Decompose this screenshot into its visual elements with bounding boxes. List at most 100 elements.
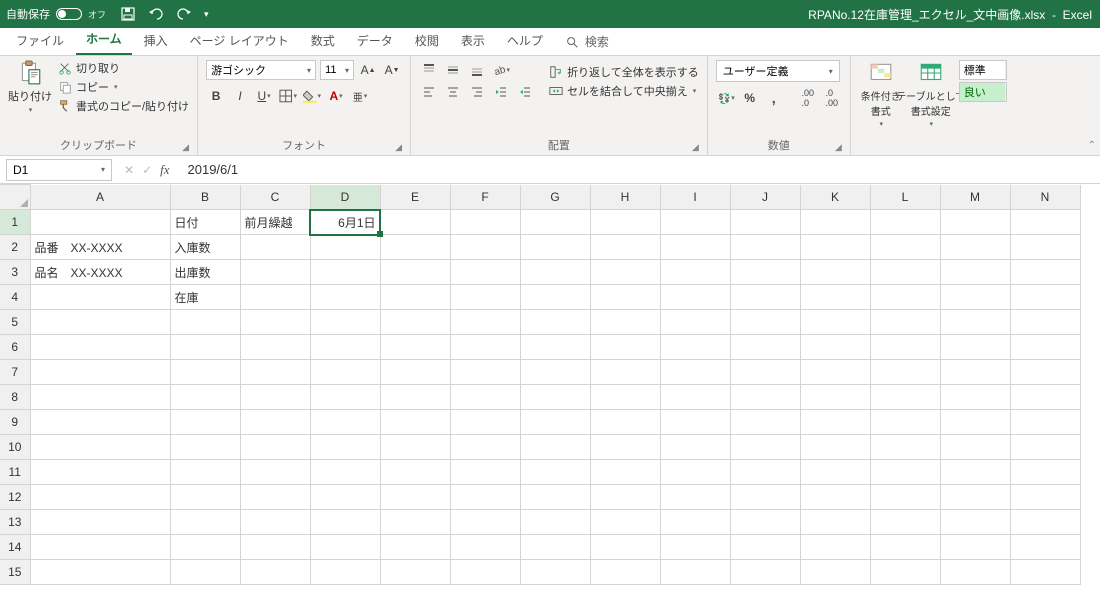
cell[interactable] bbox=[240, 260, 310, 285]
cut-button[interactable]: 切り取り bbox=[58, 60, 189, 76]
cell[interactable] bbox=[380, 510, 450, 535]
cell[interactable] bbox=[730, 285, 800, 310]
cell[interactable] bbox=[660, 560, 730, 585]
cell[interactable] bbox=[520, 360, 590, 385]
increase-decimal-icon[interactable]: .00.0 bbox=[798, 88, 818, 108]
enter-formula-icon[interactable]: ✓ bbox=[142, 163, 152, 177]
cell[interactable] bbox=[1010, 310, 1080, 335]
cell[interactable] bbox=[870, 410, 940, 435]
cell[interactable] bbox=[380, 310, 450, 335]
cell[interactable] bbox=[240, 560, 310, 585]
cell[interactable] bbox=[590, 310, 660, 335]
column-header[interactable]: A bbox=[30, 185, 170, 210]
cell[interactable] bbox=[660, 410, 730, 435]
cell[interactable] bbox=[450, 435, 520, 460]
cell[interactable] bbox=[800, 435, 870, 460]
cell[interactable] bbox=[940, 235, 1010, 260]
cell[interactable]: 6月1日 bbox=[310, 210, 380, 235]
row-header[interactable]: 11 bbox=[0, 460, 30, 485]
cell[interactable] bbox=[380, 335, 450, 360]
cell[interactable] bbox=[520, 335, 590, 360]
cell[interactable] bbox=[170, 510, 240, 535]
cell[interactable] bbox=[310, 285, 380, 310]
cell[interactable] bbox=[940, 560, 1010, 585]
cell[interactable] bbox=[310, 360, 380, 385]
cell[interactable] bbox=[870, 310, 940, 335]
cell[interactable] bbox=[520, 385, 590, 410]
search-tab[interactable]: 検索 bbox=[555, 28, 619, 55]
cell[interactable] bbox=[800, 460, 870, 485]
redo-icon[interactable] bbox=[176, 6, 192, 22]
style-good[interactable]: 良い bbox=[960, 83, 1006, 101]
column-header[interactable]: D bbox=[310, 185, 380, 210]
row-header[interactable]: 9 bbox=[0, 410, 30, 435]
column-header[interactable]: N bbox=[1010, 185, 1080, 210]
undo-icon[interactable] bbox=[148, 6, 164, 22]
cell[interactable] bbox=[800, 360, 870, 385]
font-color-icon[interactable]: A▾ bbox=[326, 86, 346, 106]
collapse-ribbon-icon[interactable]: ⌃ bbox=[1088, 140, 1096, 151]
cell[interactable] bbox=[590, 385, 660, 410]
row-header[interactable]: 12 bbox=[0, 485, 30, 510]
cell[interactable] bbox=[380, 535, 450, 560]
cell[interactable] bbox=[380, 210, 450, 235]
align-center-icon[interactable] bbox=[443, 82, 463, 102]
cell[interactable] bbox=[1010, 510, 1080, 535]
cell[interactable] bbox=[590, 210, 660, 235]
cell[interactable] bbox=[30, 360, 170, 385]
cell[interactable] bbox=[520, 260, 590, 285]
cell[interactable] bbox=[730, 210, 800, 235]
cell[interactable] bbox=[940, 485, 1010, 510]
cell[interactable] bbox=[660, 310, 730, 335]
dialog-launcher-icon[interactable]: ◢ bbox=[182, 142, 189, 153]
cell[interactable] bbox=[1010, 560, 1080, 585]
cell[interactable] bbox=[380, 285, 450, 310]
cell[interactable] bbox=[870, 510, 940, 535]
cell[interactable] bbox=[590, 260, 660, 285]
cell[interactable] bbox=[310, 260, 380, 285]
cell[interactable] bbox=[520, 485, 590, 510]
row-header[interactable]: 7 bbox=[0, 360, 30, 385]
tab-view[interactable]: 表示 bbox=[451, 27, 495, 55]
cell[interactable] bbox=[240, 485, 310, 510]
cell[interactable] bbox=[800, 535, 870, 560]
cell[interactable] bbox=[590, 510, 660, 535]
align-top-icon[interactable] bbox=[419, 60, 439, 80]
cell[interactable] bbox=[30, 285, 170, 310]
cell[interactable] bbox=[170, 385, 240, 410]
column-header[interactable]: J bbox=[730, 185, 800, 210]
borders-icon[interactable]: ▾ bbox=[278, 86, 298, 106]
cell[interactable] bbox=[730, 260, 800, 285]
cell[interactable] bbox=[870, 385, 940, 410]
increase-font-icon[interactable]: A▲ bbox=[358, 60, 378, 80]
comma-icon[interactable]: , bbox=[764, 88, 784, 108]
font-name-select[interactable]: 游ゴシック▾ bbox=[206, 60, 316, 80]
row-header[interactable]: 2 bbox=[0, 235, 30, 260]
align-bottom-icon[interactable] bbox=[467, 60, 487, 80]
cell[interactable] bbox=[870, 210, 940, 235]
cell[interactable] bbox=[30, 460, 170, 485]
cell[interactable] bbox=[520, 235, 590, 260]
cell[interactable] bbox=[1010, 235, 1080, 260]
row-header[interactable]: 4 bbox=[0, 285, 30, 310]
cell[interactable] bbox=[870, 260, 940, 285]
cell[interactable] bbox=[940, 210, 1010, 235]
cell[interactable] bbox=[730, 385, 800, 410]
cell[interactable] bbox=[310, 435, 380, 460]
cell[interactable] bbox=[380, 360, 450, 385]
cell[interactable] bbox=[450, 510, 520, 535]
cell[interactable] bbox=[240, 385, 310, 410]
cell[interactable]: 日付 bbox=[170, 210, 240, 235]
cell[interactable] bbox=[660, 360, 730, 385]
phonetic-icon[interactable]: 亜▾ bbox=[350, 86, 370, 106]
cell[interactable] bbox=[520, 410, 590, 435]
cell[interactable] bbox=[800, 560, 870, 585]
cell[interactable] bbox=[870, 485, 940, 510]
cell[interactable] bbox=[170, 460, 240, 485]
cell[interactable] bbox=[170, 360, 240, 385]
cell[interactable] bbox=[870, 360, 940, 385]
underline-icon[interactable]: U▾ bbox=[254, 86, 274, 106]
cell[interactable] bbox=[170, 535, 240, 560]
column-header[interactable]: H bbox=[590, 185, 660, 210]
cell[interactable] bbox=[800, 235, 870, 260]
